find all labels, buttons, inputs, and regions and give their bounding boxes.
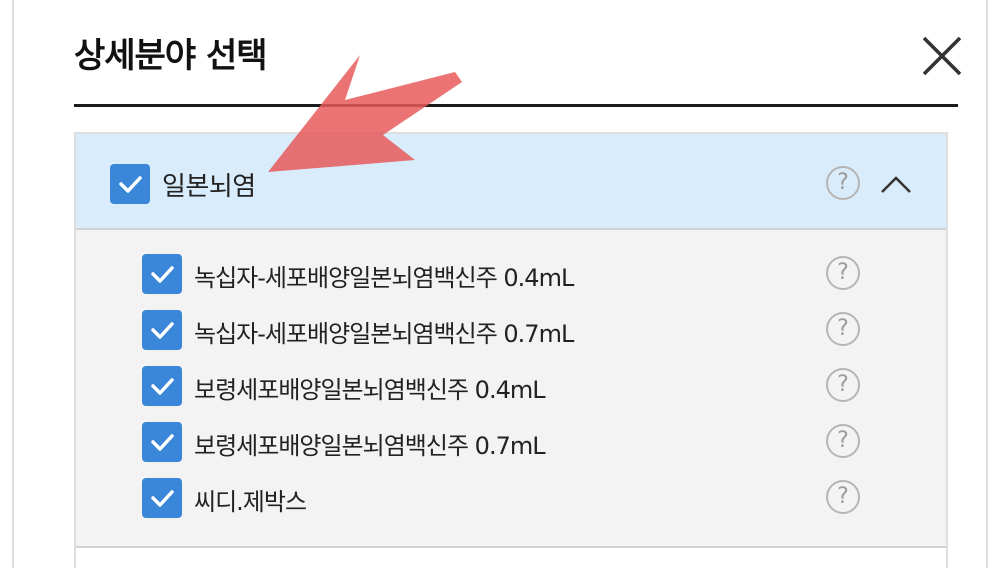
item-checkbox[interactable] [142, 478, 182, 518]
item-checkbox[interactable] [142, 422, 182, 462]
list-item[interactable]: 녹십자-세포배양일본뇌염백신주 0.7mL ? [76, 302, 946, 358]
item-checkbox[interactable] [142, 310, 182, 350]
item-label: 씨디.제박스 [194, 488, 307, 516]
chevron-up-icon[interactable] [876, 164, 916, 204]
group-header-japanese-encephalitis[interactable]: 일본뇌염 ? [76, 134, 946, 230]
question-circle-icon[interactable]: ? [826, 166, 860, 200]
close-button[interactable] [914, 28, 970, 84]
question-circle-icon[interactable]: ? [826, 424, 860, 458]
item-list: 녹십자-세포배양일본뇌염백신주 0.4mL ? 녹십자-세포배양일본뇌염백신주 … [76, 230, 946, 550]
dialog-title: 상세분야 선택 [74, 36, 268, 76]
header-divider [74, 104, 958, 107]
list-item[interactable]: 녹십자-세포배양일본뇌염백신주 0.4mL ? [76, 246, 946, 302]
category-panel: 일본뇌염 ? 녹십자-세포배양일본뇌염백신주 0.4mL ? 녹십자-세포배양일… [74, 132, 948, 570]
item-checkbox[interactable] [142, 366, 182, 406]
list-item[interactable]: 씨디.제박스 ? [76, 470, 946, 526]
question-circle-icon[interactable]: ? [826, 368, 860, 402]
group-label: 일본뇌염 [162, 172, 256, 202]
group-checkbox[interactable] [110, 164, 150, 204]
list-item[interactable]: 보령세포배양일본뇌염백신주 0.4mL ? [76, 358, 946, 414]
checkmark-icon [151, 434, 174, 451]
item-label: 보령세포배양일본뇌염백신주 0.7mL [194, 432, 546, 460]
list-item[interactable]: 보령세포배양일본뇌염백신주 0.7mL ? [76, 414, 946, 470]
item-label: 보령세포배양일본뇌염백신주 0.4mL [194, 376, 546, 404]
detail-field-dialog: 상세분야 선택 일본뇌염 ? 녹십자-세포배양일본뇌염백신주 0.4mL ? 녹… [12, 0, 988, 570]
close-icon [922, 36, 962, 76]
checkmark-icon [151, 266, 174, 283]
checkmark-icon [119, 176, 142, 193]
checkmark-icon [151, 490, 174, 507]
checkmark-icon [151, 322, 174, 339]
checkmark-icon [151, 378, 174, 395]
question-circle-icon[interactable]: ? [826, 312, 860, 346]
next-group-area [76, 548, 946, 570]
question-circle-icon[interactable]: ? [826, 256, 860, 290]
item-label: 녹십자-세포배양일본뇌염백신주 0.4mL [194, 264, 574, 292]
item-label: 녹십자-세포배양일본뇌염백신주 0.7mL [194, 320, 574, 348]
question-circle-icon[interactable]: ? [826, 480, 860, 514]
item-checkbox[interactable] [142, 254, 182, 294]
